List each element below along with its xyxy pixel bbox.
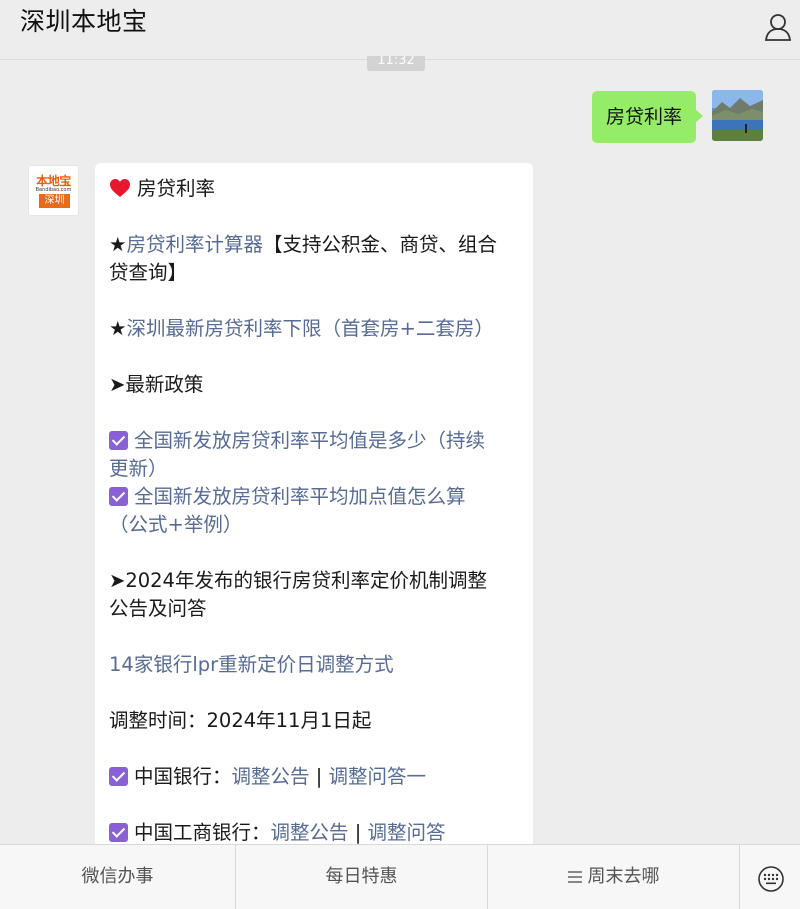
calculator-line: ★房贷利率计算器【支持公积金、商贷、组合 (109, 231, 519, 259)
boc-line: 中国银行：调整公告 | 调整问答一 (109, 763, 519, 791)
keyboard-toggle-button[interactable] (740, 845, 800, 909)
boc-label: 中国银行： (134, 765, 232, 788)
checkbox-icon (109, 823, 128, 842)
top-bar: 深圳本地宝 (0, 0, 800, 60)
icbc-qa-link[interactable]: 调整问答 (368, 821, 446, 844)
star-bullet: ★ (109, 233, 127, 256)
user-avatar[interactable] (712, 90, 763, 141)
avg-rate-link[interactable]: 全国新发放房贷利率平均值是多少（持续 (134, 429, 485, 452)
separator: | (309, 765, 329, 788)
lpr-link[interactable]: 14家银行lpr重新定价日调整方式 (109, 651, 519, 679)
user-message-bubble[interactable]: 房贷利率 (591, 91, 704, 143)
boc-announcement-link[interactable]: 调整公告 (232, 765, 310, 788)
icbc-line: 中国工商银行：调整公告 | 调整问答 (109, 819, 519, 847)
calculator-note-cont: 贷查询】 (109, 261, 188, 284)
calculator-link[interactable]: 房贷利率计算器 (126, 233, 263, 256)
avg-spread-item: 全国新发放房贷利率平均加点值怎么算 (109, 483, 519, 511)
min-rate-link[interactable]: 深圳最新房贷利率下限（首套房+二套房） (126, 317, 493, 340)
menu-item-weekend-label: 周末去哪 (587, 866, 660, 887)
min-rate-line: ★深圳最新房贷利率下限（首套房+二套房） (109, 315, 519, 343)
announcement-heading-cont: 公告及问答 (109, 597, 207, 620)
avg-rate-link-cont[interactable]: 更新） (109, 455, 519, 483)
icbc-label: 中国工商银行： (134, 821, 271, 844)
checkbox-icon (109, 487, 128, 506)
separator: | (348, 821, 368, 844)
avg-spread-link[interactable]: 全国新发放房贷利率平均加点值怎么算 (134, 485, 466, 508)
landscape-avatar-image (712, 90, 763, 141)
keyboard-icon (758, 866, 784, 892)
checkbox-icon (109, 767, 128, 786)
calculator-note: 【支持公积金、商贷、组合 (263, 233, 498, 256)
message-heading: 房贷利率 (109, 175, 519, 203)
icbc-announcement-link[interactable]: 调整公告 (271, 821, 349, 844)
profile-button[interactable] (764, 12, 792, 42)
submenu-icon (567, 871, 582, 883)
adjust-time-text: 调整时间：2024年11月1日起 (109, 709, 372, 732)
boc-qa-link[interactable]: 调整问答一 (329, 765, 427, 788)
chat-title: 深圳本地宝 (20, 7, 148, 36)
avg-spread-link-cont[interactable]: （公式+举例） (109, 511, 519, 539)
menu-item-daily-deals[interactable]: 每日特惠 (236, 845, 488, 909)
policy-heading: ➤最新政策 (109, 373, 204, 396)
avatar-logo-domain: Bendibao.com (35, 187, 72, 193)
announcement-heading: ➤2024年发布的银行房贷利率定价机制调整 (109, 569, 487, 592)
heart-icon (110, 179, 130, 197)
bottom-menu-bar: 微信办事 每日特惠 周末去哪 (0, 844, 800, 909)
timestamp-label: 11:32 (367, 56, 425, 71)
menu-item-wechat-services[interactable]: 微信办事 (0, 845, 236, 909)
menu-item-weekend[interactable]: 周末去哪 (488, 845, 740, 909)
avg-rate-item: 全国新发放房贷利率平均值是多少（持续 (109, 427, 519, 455)
heading-text: 房贷利率 (137, 177, 216, 200)
star-bullet: ★ (109, 317, 127, 340)
checkbox-icon (109, 431, 128, 450)
bot-message-bubble: 房贷利率 ★房贷利率计算器【支持公积金、商贷、组合 贷查询】 ★深圳最新房贷利率… (95, 163, 533, 863)
bot-avatar[interactable]: 本地宝 Bendibao.com 深圳 (28, 165, 79, 216)
avatar-logo-city: 深圳 (39, 194, 70, 208)
person-icon (764, 14, 792, 41)
